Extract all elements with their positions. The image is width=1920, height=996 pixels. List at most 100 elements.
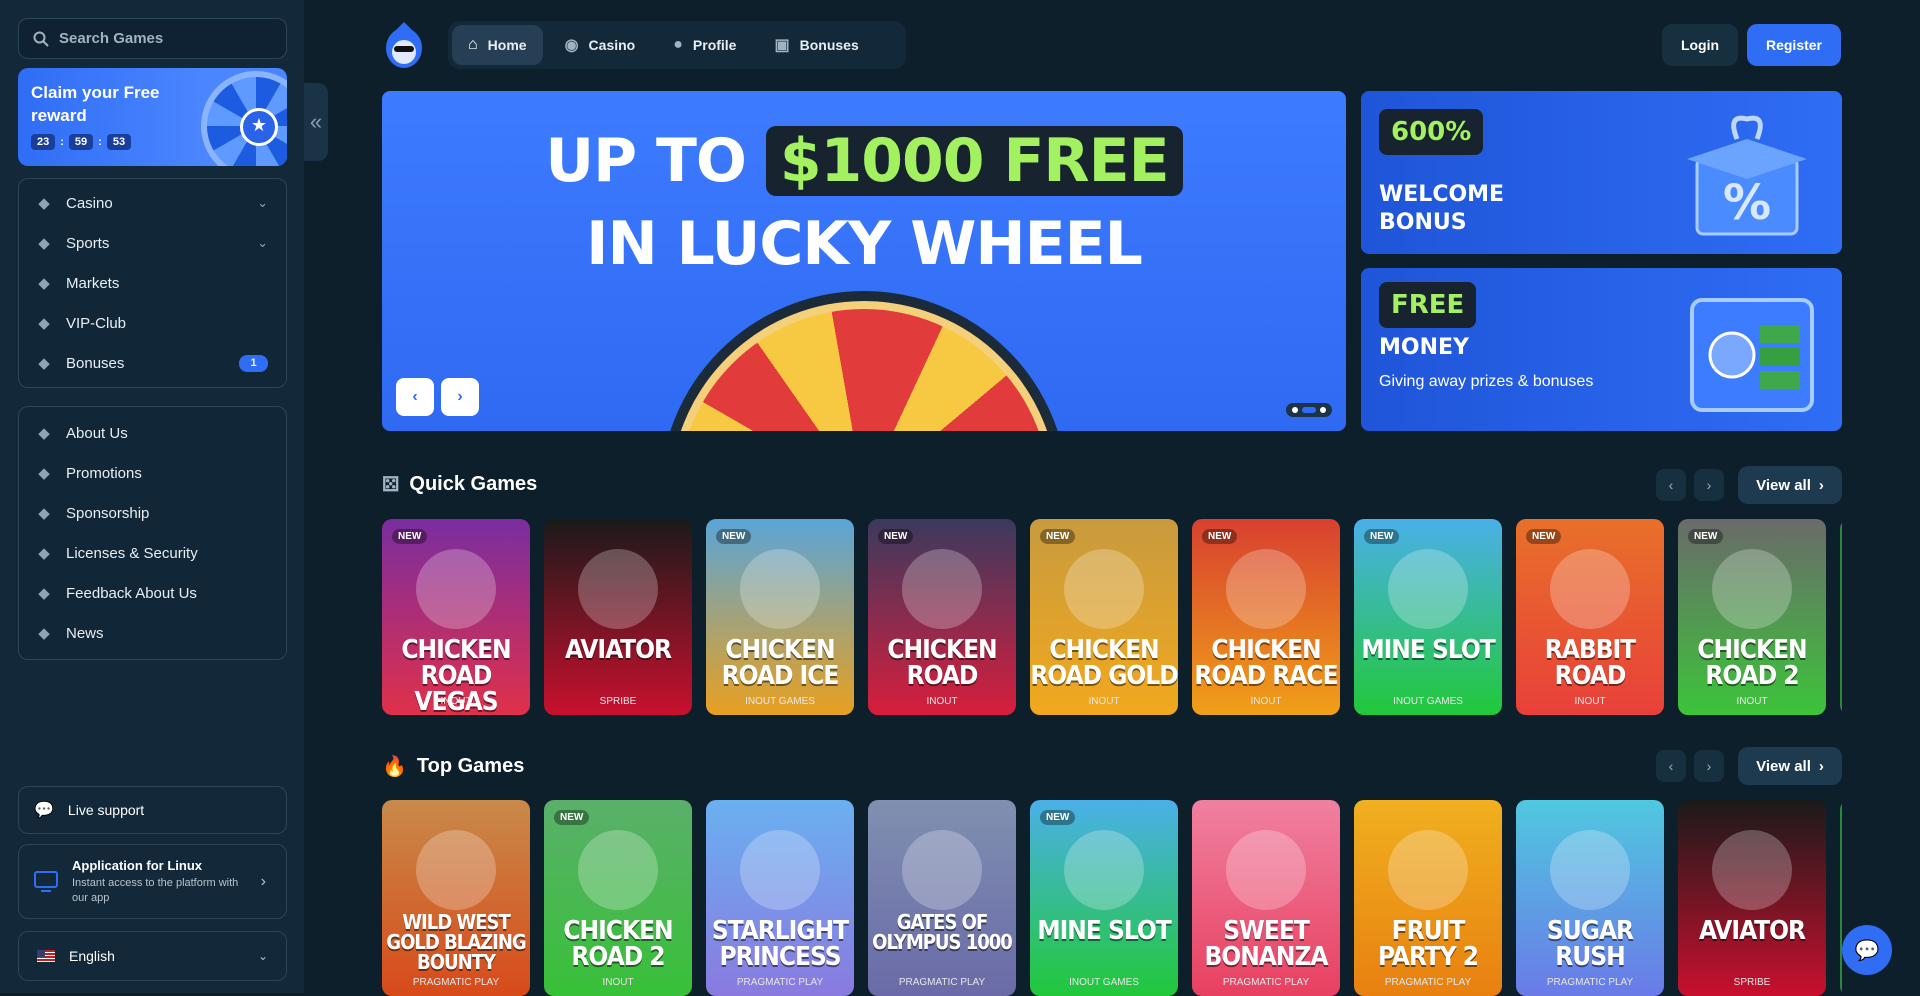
quick-prev-button[interactable]: ‹ <box>1656 469 1686 501</box>
free-money-card[interactable]: FREE MONEY Giving away prizes & bonuses <box>1361 268 1842 431</box>
game-art-icon <box>1226 830 1306 910</box>
game-tile[interactable]: AVIATOR SPRIBE <box>544 519 692 715</box>
tab-bonuses[interactable]: ▣ Bonuses <box>758 25 874 65</box>
free-reward-title: Claim your Free reward <box>31 83 160 125</box>
new-badge: NEW <box>878 529 914 544</box>
sidebar-item-news[interactable]: ◆ News <box>19 613 286 653</box>
game-provider: INOUT GAMES <box>1069 977 1139 988</box>
game-title: AVIATOR <box>564 635 672 665</box>
carousel-dots[interactable] <box>1286 403 1332 417</box>
game-tile[interactable]: NEW CHICKEN ROAD ICE INOUT GAMES <box>706 519 854 715</box>
game-tile[interactable]: FRUIT PARTY 2 PRAGMATIC PLAY <box>1354 800 1502 996</box>
hero-prev-button[interactable]: ‹ <box>396 378 434 416</box>
game-tile[interactable]: NEW CHICKEN ROAD RACE INOUT <box>1192 519 1340 715</box>
quick-view-all-button[interactable]: View all › <box>1738 466 1842 504</box>
game-provider: INOUT <box>602 977 634 988</box>
quick-games-row: NEW CHICKEN ROAD VEGAS INOUT AVIATOR SPRIBE N… <box>382 519 1842 715</box>
top-prev-button[interactable]: ‹ <box>1656 750 1686 782</box>
casino-chip-icon: ◉ <box>564 37 579 54</box>
home-icon: ⌂ <box>468 36 478 53</box>
game-tile[interactable]: NEW RABBIT ROAD INOUT <box>1516 519 1664 715</box>
top-next-button[interactable]: › <box>1694 750 1724 782</box>
sidebar-item-about-us[interactable]: ◆ About Us <box>19 413 286 453</box>
app-title: Application for Linux <box>72 857 202 873</box>
game-tile[interactable]: NEW CHICKEN ROAD GOLD INOUT <box>1030 519 1178 715</box>
game-tile[interactable]: NEW CHICKEN ROAD INOUT <box>868 519 1016 715</box>
game-tile[interactable]: SWEET BONANZA PRAGMATIC PLAY <box>1192 800 1340 996</box>
search-input[interactable] <box>59 30 259 47</box>
sidebar-item-bonuses[interactable]: ◆ Bonuses 1 <box>19 343 286 383</box>
search-box[interactable] <box>18 18 287 59</box>
game-tile[interactable]: NEW MINE SLOT INOUT GAMES <box>1354 519 1502 715</box>
free-money-title: MONEY <box>1379 335 1469 360</box>
chevron-right-icon: › <box>1818 476 1824 494</box>
live-support-button[interactable]: 💬 Live support <box>18 786 287 834</box>
chevron-down-icon: ⌄ <box>257 949 268 963</box>
free-reward-banner[interactable]: Claim your Free reward 23: 59: 53 <box>18 68 287 166</box>
tab-casino[interactable]: ◉ Casino <box>549 25 652 65</box>
game-tile[interactable]: NEW CHICKEN ROAD 2 INOUT <box>1678 519 1826 715</box>
shield-icon: ◆ <box>38 545 50 562</box>
game-tile[interactable]: NEW CHICKEN ROAD VEGAS INOUT <box>382 519 530 715</box>
game-art-icon <box>416 830 496 910</box>
welcome-bonus-card[interactable]: 600% WELCOME BONUS % <box>1361 91 1842 254</box>
game-tile[interactable]: SUGAR RUSH PRAGMATIC PLAY <box>1516 800 1664 996</box>
sidebar-item-licenses-security[interactable]: ◆ Licenses & Security <box>19 533 286 573</box>
login-button[interactable]: Login <box>1662 24 1738 66</box>
sidebar-item-vip-club[interactable]: ◆ VIP-Club <box>19 303 286 343</box>
game-title: STARLIGHT PRINCESS <box>711 916 849 972</box>
game-title: WILD WEST GOLD BLAZING BOUNTY <box>386 910 526 974</box>
tab-home[interactable]: ⌂ Home <box>452 25 543 65</box>
game-provider: INOUT <box>1574 696 1606 707</box>
hero-next-button[interactable]: › <box>441 378 479 416</box>
sidebar-item-feedback-about-us[interactable]: ◆ Feedback About Us <box>19 573 286 613</box>
sidebar-item-sports[interactable]: ◆ Sports ⌄ <box>19 223 286 263</box>
quick-next-button[interactable]: › <box>1694 469 1724 501</box>
game-art-icon <box>1550 549 1630 629</box>
tab-profile[interactable]: ● Profile <box>657 25 752 65</box>
sidebar-item-sponsorship[interactable]: ◆ Sponsorship <box>19 493 286 533</box>
sidebar-item-label: About Us <box>66 424 128 442</box>
game-tile[interactable]: AVIATOR SPRIBE <box>1678 800 1826 996</box>
game-provider: INOUT GAMES <box>1393 696 1463 707</box>
game-provider: INOUT <box>1250 696 1282 707</box>
chat-support-button[interactable]: 💬 <box>1842 925 1892 975</box>
sidebar-item-promotions[interactable]: ◆ Promotions <box>19 453 286 493</box>
headset-chat-icon: 💬 <box>34 802 54 819</box>
game-title: CHICKEN ROAD 2 <box>1697 635 1807 691</box>
game-tile[interactable]: NEW CHICKEN ROAD 2 INOUT <box>544 800 692 996</box>
game-tile-partial[interactable] <box>1840 800 1842 996</box>
casino-chip-icon: ◆ <box>38 195 50 212</box>
top-games-header: 🔥 Top Games <box>382 754 524 779</box>
collapse-sidebar-button[interactable]: « <box>304 83 328 161</box>
language-selector[interactable]: English ⌄ <box>18 931 287 981</box>
game-tile[interactable]: GATES OF OLYMPUS 1000 PRAGMATIC PLAY <box>868 800 1016 996</box>
game-tile[interactable]: WILD WEST GOLD BLAZING BOUNTY PRAGMATIC P… <box>382 800 530 996</box>
free-money-subtitle: Giving away prizes & bonuses <box>1379 373 1594 390</box>
game-art-icon <box>1064 830 1144 910</box>
top-view-all-label: View all <box>1756 757 1811 775</box>
newspaper-icon: ◆ <box>38 625 50 642</box>
game-art-icon <box>1064 549 1144 629</box>
game-tile-partial[interactable] <box>1840 519 1842 715</box>
game-provider: PRAGMATIC PLAY <box>1222 977 1310 988</box>
sidebar-item-casino[interactable]: ◆ Casino ⌄ <box>19 183 286 223</box>
linux-app-banner[interactable]: Application for Linux Instant access to … <box>18 844 287 919</box>
game-art-icon <box>578 830 658 910</box>
game-art-icon <box>740 549 820 629</box>
top-games-title: Top Games <box>416 755 525 777</box>
user-icon: ● <box>673 36 683 53</box>
hero-banner[interactable]: UP TO $1000 FREE IN LUCKY WHEEL ‹ › <box>382 91 1346 431</box>
chevron-right-icon: › <box>1818 757 1824 775</box>
sidebar-item-label: Markets <box>66 274 120 292</box>
game-tile[interactable]: NEW MINE SLOT INOUT GAMES <box>1030 800 1178 996</box>
live-support-label: Live support <box>67 802 145 818</box>
game-provider: INOUT <box>1088 696 1120 707</box>
top-view-all-button[interactable]: View all › <box>1738 747 1842 785</box>
globe-icon: ◆ <box>38 235 50 252</box>
register-button[interactable]: Register <box>1747 24 1841 66</box>
game-tile[interactable]: STARLIGHT PRINCESS PRAGMATIC PLAY <box>706 800 854 996</box>
sidebar-item-markets[interactable]: ◆ Markets <box>19 263 286 303</box>
main-nav-tabs: ⌂ Home ◉ Casino ● Profile ▣ Bonuses <box>448 21 906 69</box>
game-provider: INOUT <box>926 696 958 707</box>
